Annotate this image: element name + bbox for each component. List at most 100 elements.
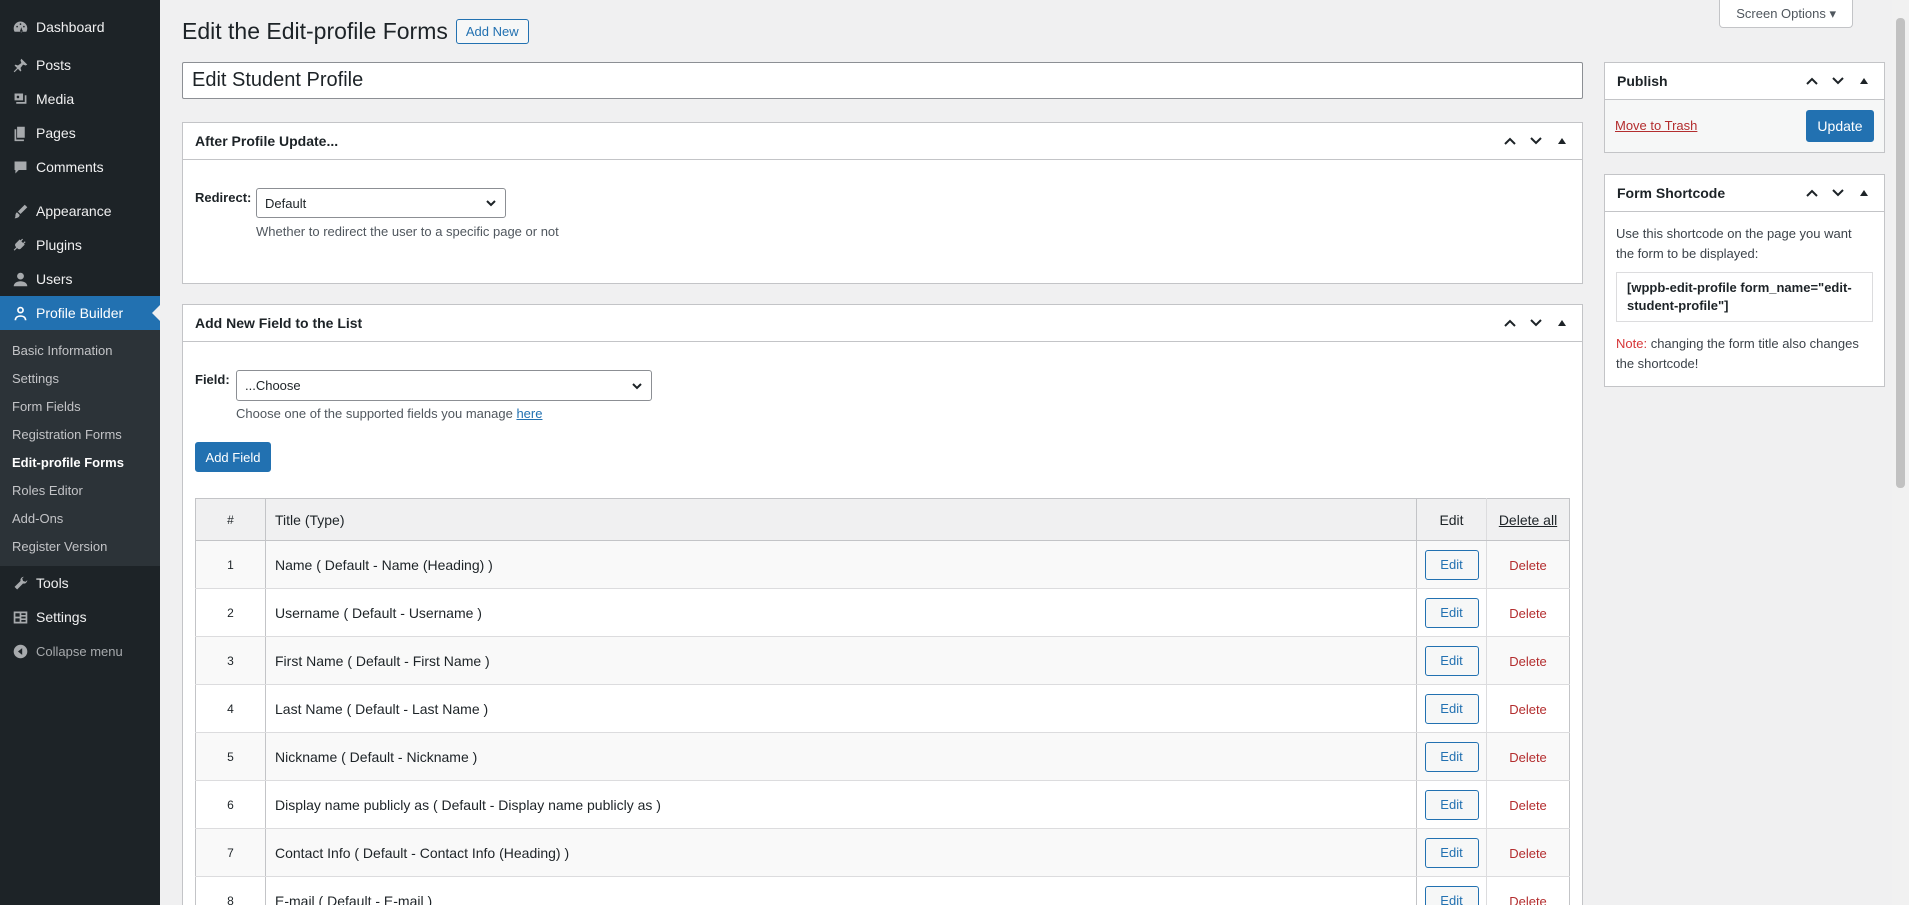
- nav-comments[interactable]: Comments: [0, 150, 160, 184]
- nav-label: Profile Builder: [36, 305, 124, 321]
- table-row: 6 Display name publicly as ( Default - Di…: [195, 780, 1570, 829]
- table-row: 5 Nickname ( Default - Nickname ) Edit Dele…: [195, 732, 1570, 781]
- row-delete-cell: Delete: [1486, 636, 1570, 685]
- update-button[interactable]: Update: [1806, 110, 1874, 142]
- move-up-icon[interactable]: [1498, 311, 1522, 335]
- submenu-basic-information[interactable]: Basic Information: [0, 336, 160, 364]
- nav-users[interactable]: Users: [0, 262, 160, 296]
- edit-button[interactable]: Edit: [1424, 837, 1479, 868]
- row-delete-cell: Delete: [1486, 828, 1570, 877]
- nav-pages[interactable]: Pages: [0, 116, 160, 150]
- note-label: Note:: [1616, 336, 1648, 351]
- nav-profile-builder[interactable]: Profile Builder: [0, 296, 160, 330]
- pin-icon: [10, 55, 30, 75]
- postbox-title: After Profile Update...: [195, 133, 339, 149]
- row-number: 4: [195, 684, 266, 733]
- form-shortcode-box: Form Shortcode Use this shortcode on the…: [1604, 174, 1885, 387]
- delete-all-link[interactable]: Delete all: [1486, 498, 1570, 541]
- edit-button[interactable]: Edit: [1424, 693, 1479, 724]
- table-row: 4 Last Name ( Default - Last Name ) Edit De…: [195, 684, 1570, 733]
- profile-icon: [10, 303, 30, 323]
- delete-link[interactable]: Delete: [1509, 606, 1547, 621]
- field-select-value: ...Choose: [245, 378, 301, 393]
- settings-icon: [10, 607, 30, 627]
- row-title: First Name ( Default - First Name ): [265, 636, 1417, 685]
- main-content: Screen Options ▾ Edit the Edit-profile F…: [160, 0, 1909, 905]
- nav-label: Media: [36, 91, 75, 107]
- delete-link[interactable]: Delete: [1509, 654, 1547, 669]
- nav-dashboard[interactable]: Dashboard: [0, 10, 160, 44]
- move-down-icon[interactable]: [1826, 181, 1850, 205]
- nav-media[interactable]: Media: [0, 82, 160, 116]
- row-delete-cell: Delete: [1486, 684, 1570, 733]
- move-down-icon[interactable]: [1826, 69, 1850, 93]
- edit-button[interactable]: Edit: [1424, 885, 1479, 905]
- redirect-select[interactable]: Default: [256, 188, 506, 218]
- nav-appearance[interactable]: Appearance: [0, 194, 160, 228]
- nav-label: Appearance: [36, 203, 112, 219]
- move-to-trash-link[interactable]: Move to Trash: [1615, 118, 1697, 133]
- move-down-icon[interactable]: [1524, 129, 1548, 153]
- nav-posts[interactable]: Posts: [0, 48, 160, 82]
- delete-link[interactable]: Delete: [1509, 558, 1547, 573]
- table-row: 2 Username ( Default - Username ) Edit Dele…: [195, 588, 1570, 637]
- row-number: 1: [195, 540, 266, 589]
- column-header-edit: Edit: [1416, 498, 1487, 541]
- edit-button[interactable]: Edit: [1424, 645, 1479, 676]
- edit-button[interactable]: Edit: [1424, 549, 1479, 580]
- toggle-panel-icon[interactable]: [1852, 69, 1876, 93]
- form-title-input[interactable]: Edit Student Profile: [182, 62, 1583, 99]
- toggle-panel-icon[interactable]: [1852, 181, 1876, 205]
- row-title: Nickname ( Default - Nickname ): [265, 732, 1417, 781]
- plug-icon: [10, 235, 30, 255]
- page-scrollbar[interactable]: [1892, 0, 1909, 905]
- submenu-add-ons[interactable]: Add-Ons: [0, 504, 160, 532]
- toggle-panel-icon[interactable]: [1550, 129, 1574, 153]
- submenu-form-fields[interactable]: Form Fields: [0, 392, 160, 420]
- toggle-panel-icon[interactable]: [1550, 311, 1574, 335]
- nav-tools[interactable]: Tools: [0, 566, 160, 600]
- postbox-title: Add New Field to the List: [195, 315, 363, 331]
- table-row: 3 First Name ( Default - First Name ) Edit…: [195, 636, 1570, 685]
- submenu-roles-editor[interactable]: Roles Editor: [0, 476, 160, 504]
- delete-link[interactable]: Delete: [1509, 798, 1547, 813]
- postbox-header: Publish: [1605, 63, 1884, 100]
- nav-settings[interactable]: Settings: [0, 600, 160, 634]
- submenu-register-version[interactable]: Register Version: [0, 532, 160, 560]
- nav-plugins[interactable]: Plugins: [0, 228, 160, 262]
- add-new-button[interactable]: Add New: [455, 19, 529, 44]
- delete-all-label[interactable]: Delete all: [1499, 512, 1557, 528]
- postbox-controls: [1800, 69, 1884, 93]
- shortcode-description: Use this shortcode on the page you want …: [1616, 226, 1852, 261]
- here-link[interactable]: here: [516, 406, 542, 421]
- postbox-title: Form Shortcode: [1617, 185, 1726, 201]
- move-up-icon[interactable]: [1800, 181, 1824, 205]
- screen-options-button[interactable]: Screen Options ▾: [1719, 0, 1853, 28]
- delete-link[interactable]: Delete: [1509, 894, 1547, 905]
- row-edit-cell: Edit: [1416, 780, 1487, 829]
- delete-link[interactable]: Delete: [1509, 846, 1547, 861]
- shortcode-code-box[interactable]: [wppb-edit-profile form_name="edit- stud…: [1616, 272, 1873, 322]
- move-up-icon[interactable]: [1800, 69, 1824, 93]
- field-select[interactable]: ...Choose: [236, 370, 652, 401]
- table-row: 8 E-mail ( Default - E-mail ) Edit Delete: [195, 876, 1570, 905]
- row-edit-cell: Edit: [1416, 588, 1487, 637]
- add-field-button[interactable]: Add Field: [195, 442, 271, 472]
- delete-link[interactable]: Delete: [1509, 702, 1547, 717]
- nav-label: Pages: [36, 125, 76, 141]
- collapse-icon: [10, 641, 30, 661]
- delete-link[interactable]: Delete: [1509, 750, 1547, 765]
- collapse-menu-button[interactable]: Collapse menu: [0, 634, 160, 668]
- move-down-icon[interactable]: [1524, 311, 1548, 335]
- submenu-edit-profile-forms[interactable]: Edit-profile Forms: [0, 448, 160, 476]
- edit-button[interactable]: Edit: [1424, 597, 1479, 628]
- scrollbar-thumb[interactable]: [1896, 18, 1905, 488]
- edit-button[interactable]: Edit: [1424, 741, 1479, 772]
- edit-button[interactable]: Edit: [1424, 789, 1479, 820]
- chevron-down-icon: [632, 382, 642, 389]
- move-up-icon[interactable]: [1498, 129, 1522, 153]
- submenu-settings[interactable]: Settings: [0, 364, 160, 392]
- column-header-title: Title (Type): [265, 498, 1417, 541]
- fields-table-body: 1 Name ( Default - Name (Heading) ) Edit De…: [195, 540, 1570, 905]
- submenu-registration-forms[interactable]: Registration Forms: [0, 420, 160, 448]
